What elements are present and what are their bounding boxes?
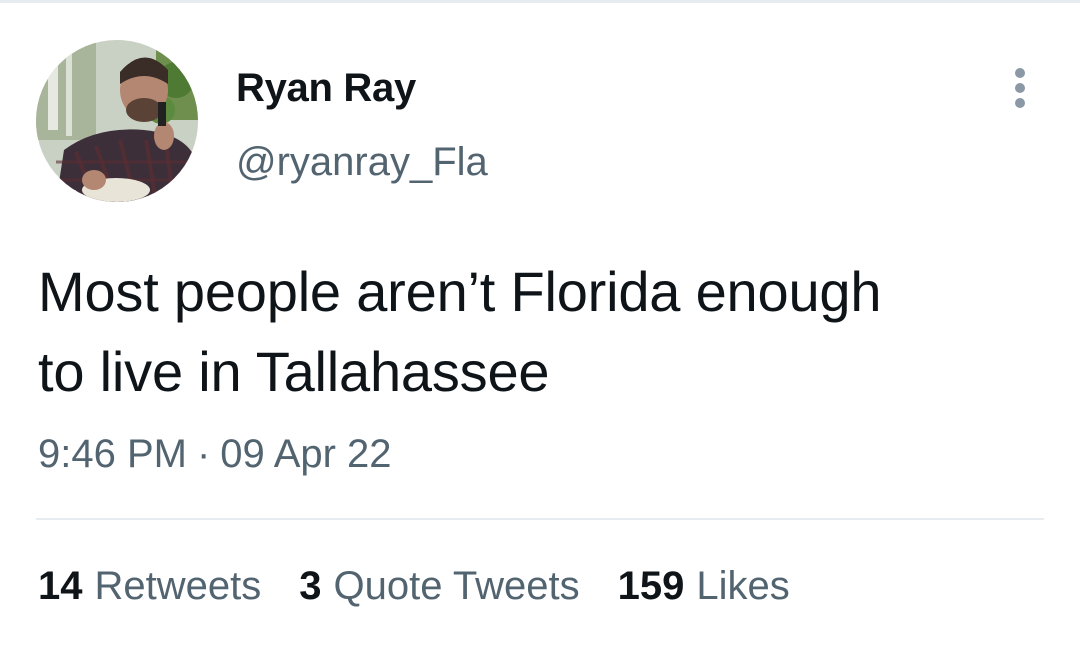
tweet-card: Ryan Ray @ryanray_Fla Most people aren’t… [0, 0, 1080, 651]
quote-tweets-label: Quote Tweets [333, 564, 580, 608]
tweet-text: Most people aren’t Florida enough to liv… [38, 252, 1048, 412]
retweets-label: Retweets [94, 564, 262, 608]
quote-tweets-stat[interactable]: 3 Quote Tweets [299, 562, 579, 610]
tweet-text-line-2: to live in Tallahassee [38, 340, 550, 403]
tweet-timestamp[interactable]: 9:46 PM · 09 Apr 22 [38, 430, 392, 478]
more-options-icon[interactable] [1004, 64, 1036, 112]
avatar-image [36, 40, 198, 202]
tweet-stats: 14 Retweets 3 Quote Tweets 159 Likes [38, 562, 790, 610]
stats-divider [36, 518, 1044, 520]
likes-count: 159 [617, 564, 685, 608]
tweet-text-line-1: Most people aren’t Florida enough [38, 260, 882, 323]
more-dot [1015, 98, 1025, 108]
tweet-date: 09 Apr 22 [220, 432, 392, 476]
user-handle[interactable]: @ryanray_Fla [236, 138, 488, 186]
likes-label: Likes [696, 564, 790, 608]
more-dot [1015, 83, 1025, 93]
retweets-count: 14 [38, 564, 83, 608]
meta-separator: · [196, 432, 211, 476]
retweets-stat[interactable]: 14 Retweets [38, 562, 261, 610]
quote-tweets-count: 3 [299, 564, 322, 608]
tweet-time: 9:46 PM [38, 432, 187, 476]
likes-stat[interactable]: 159 Likes [618, 562, 790, 610]
avatar[interactable] [36, 40, 198, 202]
more-dot [1015, 68, 1025, 78]
display-name[interactable]: Ryan Ray [236, 64, 416, 112]
